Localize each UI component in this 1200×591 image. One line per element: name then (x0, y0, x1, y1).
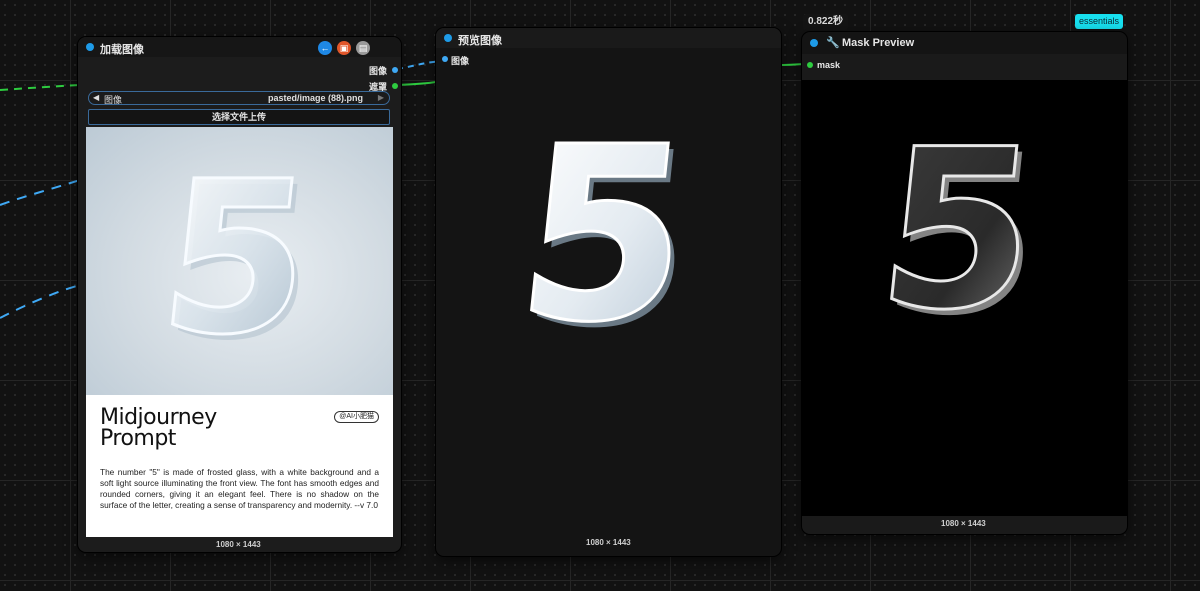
output-label-image: 图像 (368, 66, 387, 76)
combo-value: pasted/image (88).png (267, 93, 363, 103)
svg-text:5: 5 (150, 157, 322, 357)
input-slot-image[interactable] (442, 56, 448, 62)
mask-input-row: mask (802, 54, 1127, 80)
clipboard-icon[interactable]: ▤ (356, 41, 370, 55)
output-slot-image[interactable] (392, 67, 398, 73)
mask-link-left (0, 84, 81, 91)
upload-button[interactable]: 选择文件上传 (88, 109, 390, 125)
output-slot-mask[interactable] (392, 83, 398, 89)
essentials-badge[interactable]: essentials (1075, 14, 1124, 29)
image-link-left-2 (0, 284, 81, 319)
card-author-badge: @AI小肥猫 (334, 411, 379, 423)
card-title-line2: Prompt (100, 426, 176, 451)
image-link-left-1 (0, 179, 81, 206)
card-description: The number "5" is made of frosted glass,… (100, 467, 379, 510)
preview-glass-five: 5 5 (505, 116, 708, 336)
mask-glass-five: 5 5 (867, 120, 1054, 320)
loaded-image-preview: 5 5 Midjourney Prompt @AI小肥猫 The number … (86, 127, 393, 537)
svg-text:5: 5 (868, 120, 1048, 320)
node-title-bar[interactable]: 🔧 Mask Preview (802, 32, 1127, 54)
node-status-dot (86, 43, 94, 51)
node-status-dot (810, 39, 818, 47)
node-status-dot (444, 34, 452, 42)
node-title-bar[interactable]: 加载图像 ← ▣ ▤ (78, 37, 401, 57)
input-label-mask: mask (817, 60, 841, 70)
mask-link-out (396, 81, 437, 86)
combo-label: 图像 (104, 95, 123, 105)
node-title: 预览图像 (458, 35, 502, 47)
mask-footer: 1080 × 1443 (802, 516, 1127, 534)
svg-text:5: 5 (506, 116, 702, 336)
node-title-bar[interactable]: 预览图像 (436, 28, 781, 48)
wrench-icon: 🔧 (826, 37, 840, 49)
card-text-panel: Midjourney Prompt @AI小肥猫 The number "5" … (86, 395, 393, 537)
load-image-node[interactable]: 加载图像 ← ▣ ▤ 图像 遮罩 ◀ 图像 pasted/image (88).… (78, 37, 401, 552)
pin-icon[interactable]: ▣ (337, 41, 351, 55)
input-label-image: 图像 (451, 56, 470, 66)
mask-preview-node[interactable]: 🔧 Mask Preview mask 5 5 1080 × 1443 (802, 32, 1127, 534)
image-size-label: 1080 × 1443 (586, 538, 631, 547)
glass-five-image: 5 5 (149, 157, 328, 357)
image-size-label: 1080 × 1443 (216, 540, 261, 549)
preview-image-node[interactable]: 预览图像 图像 5 5 1080 × 1443 (436, 28, 781, 556)
node-title: Mask Preview (842, 37, 915, 49)
card-photo: 5 5 (86, 127, 393, 395)
image-combo-widget[interactable]: ◀ 图像 pasted/image (88).png ▶ (88, 91, 390, 105)
card-title: Midjourney Prompt (100, 405, 217, 451)
combo-prev-arrow[interactable]: ◀ (93, 93, 99, 102)
execution-time-badge: 0.822秒 (803, 14, 849, 30)
combo-next-arrow[interactable]: ▶ (378, 93, 384, 102)
image-size-label: 1080 × 1443 (941, 519, 986, 528)
node-title: 加载图像 (100, 44, 144, 56)
back-arrow-icon[interactable]: ← (318, 41, 332, 55)
card-title-line1: Midjourney (100, 405, 217, 430)
input-slot-mask[interactable] (807, 62, 813, 68)
